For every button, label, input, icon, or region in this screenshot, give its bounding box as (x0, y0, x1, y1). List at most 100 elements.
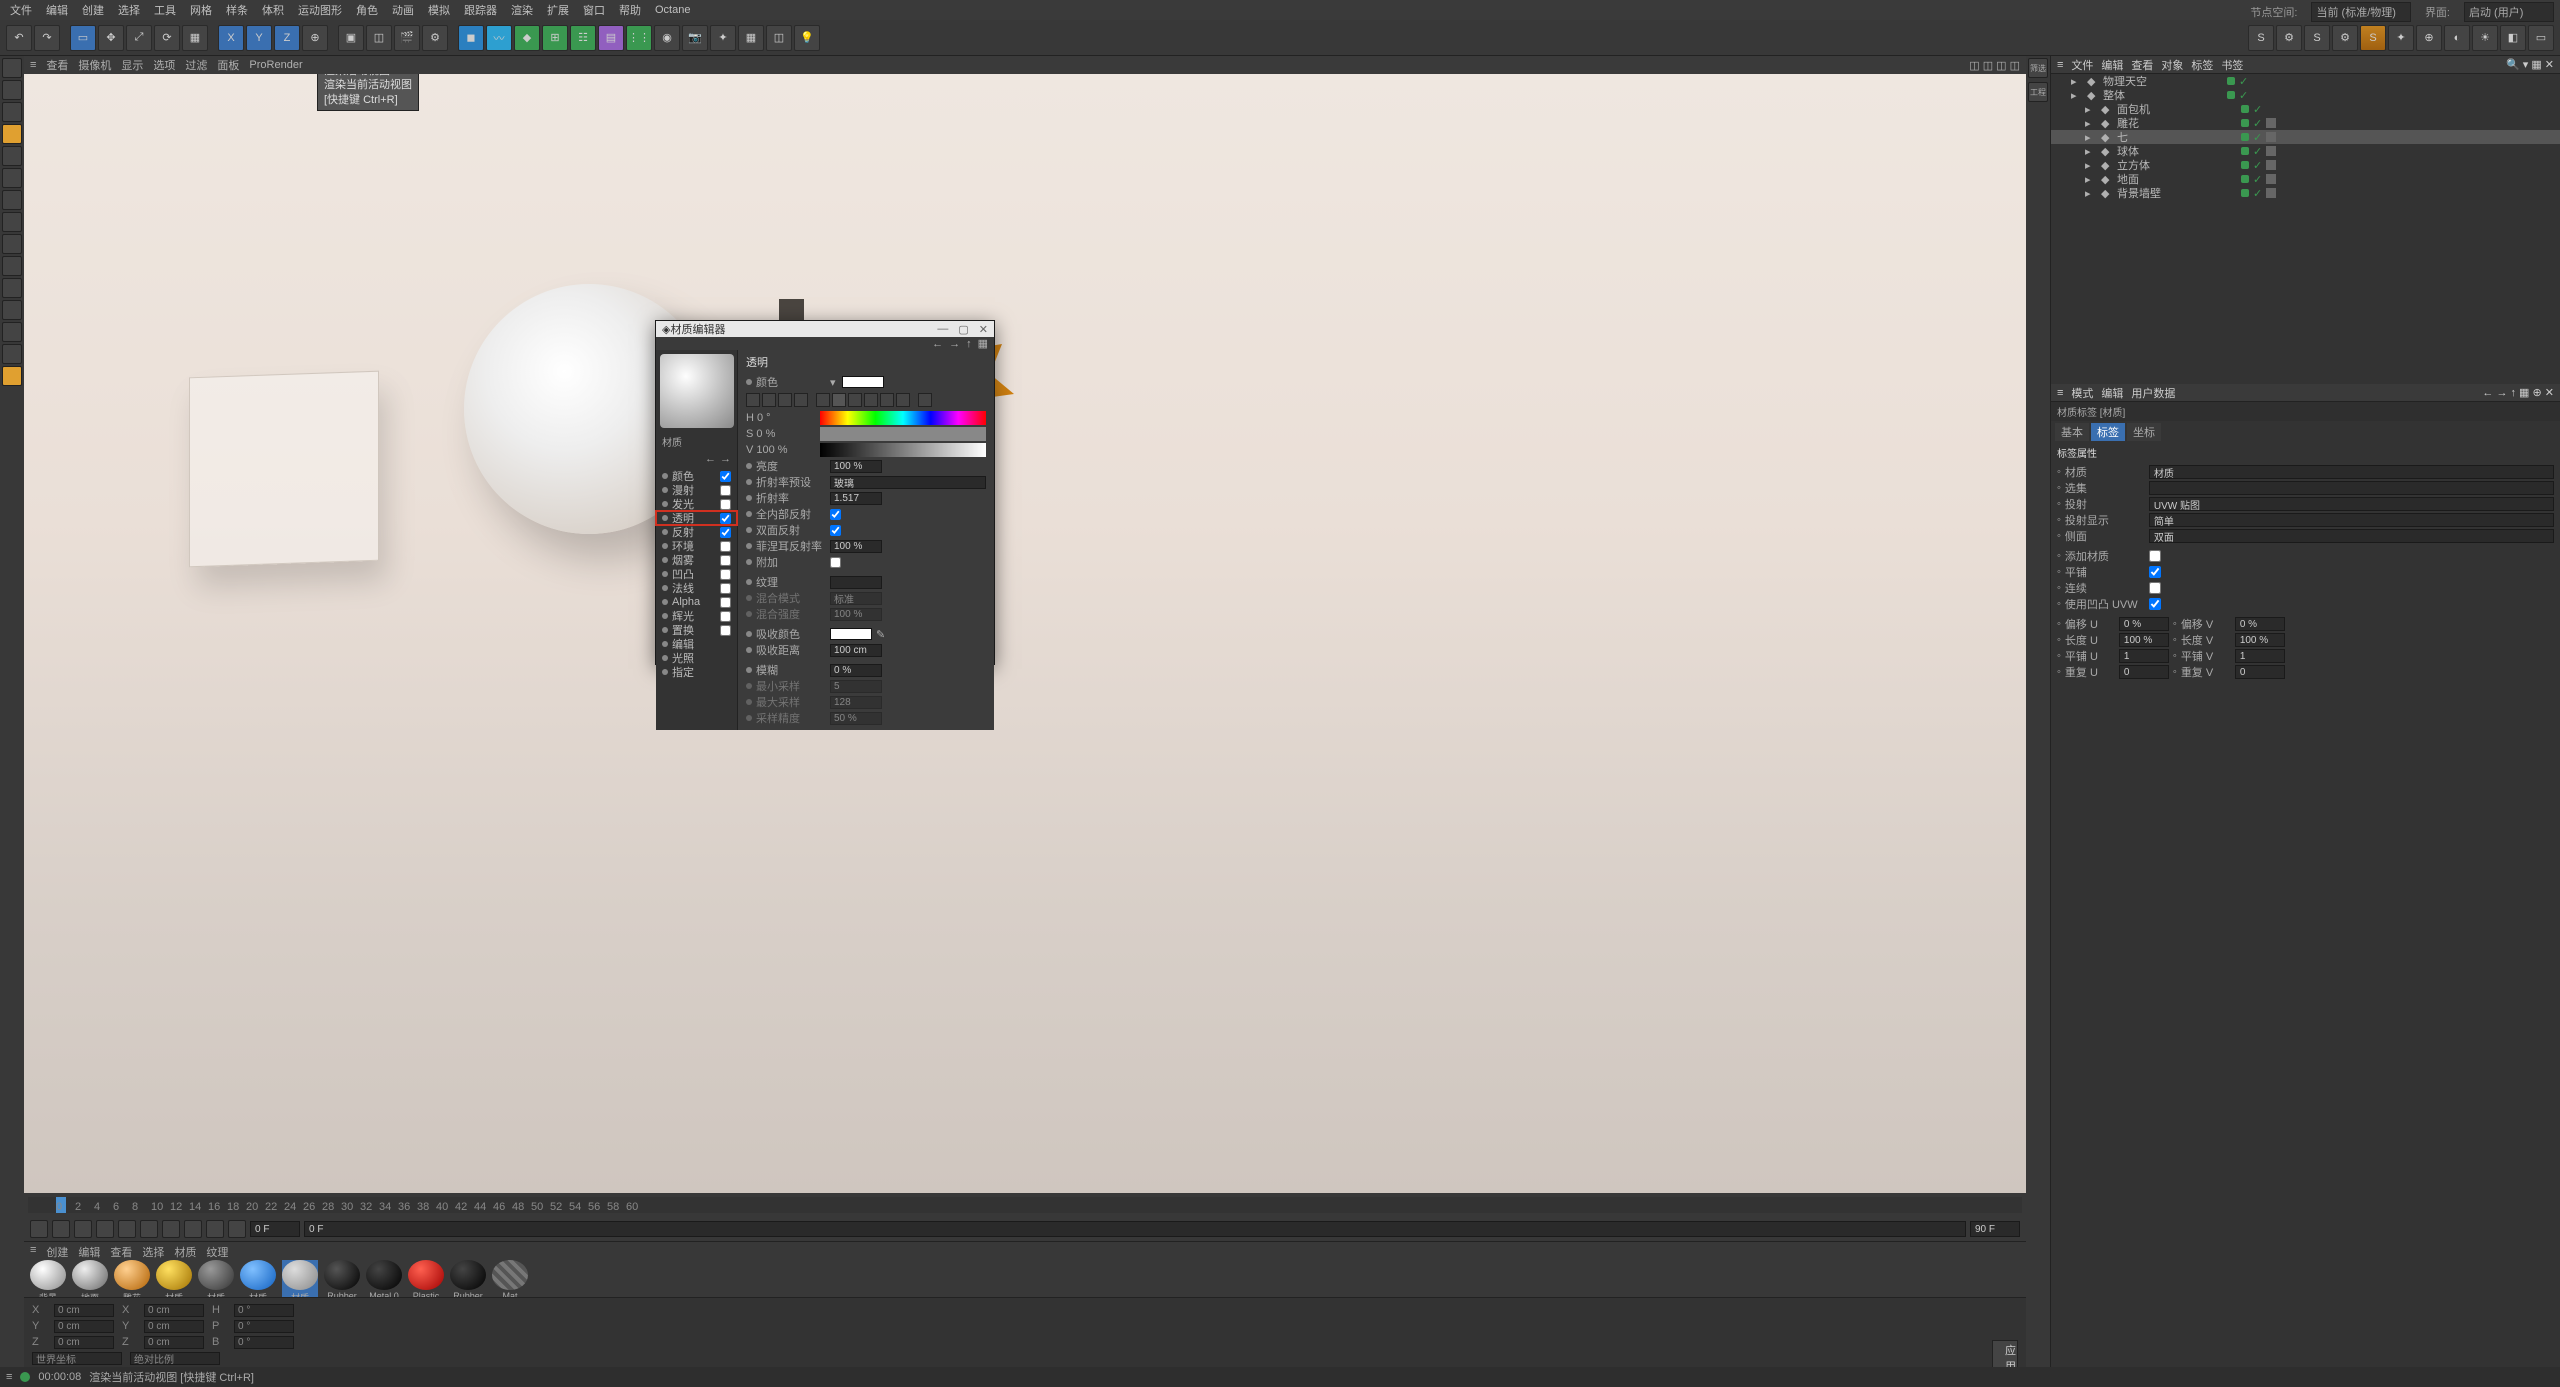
nav-back[interactable]: ← (932, 338, 943, 350)
color-icon[interactable] (746, 393, 760, 407)
channel-checkbox[interactable] (720, 555, 731, 566)
select-tool[interactable]: ▭ (70, 25, 96, 51)
goto-start[interactable] (30, 1220, 48, 1238)
sat-slider[interactable] (820, 427, 986, 441)
mograph[interactable]: ⋮⋮ (626, 25, 652, 51)
goto-end[interactable] (184, 1220, 202, 1238)
field[interactable]: ◉ (654, 25, 680, 51)
recent-tool[interactable]: ▦ (182, 25, 208, 51)
channel-row[interactable]: 法线 (656, 581, 737, 595)
color-icon[interactable] (848, 393, 862, 407)
prop-dropdown[interactable] (830, 476, 986, 489)
material-editor-titlebar[interactable]: ◈ 材质编辑器 — ▢ ✕ (656, 321, 994, 337)
prev-frame[interactable] (74, 1220, 92, 1238)
poly-mode[interactable] (2, 190, 22, 210)
prev-key[interactable] (52, 1220, 70, 1238)
render-view-button[interactable]: ▣ (338, 25, 364, 51)
spline-primitive[interactable]: 〰 (486, 25, 512, 51)
menu-item[interactable]: 动画 (386, 0, 420, 20)
layout-dropdown[interactable]: 启动 (用户) (2464, 2, 2554, 22)
deformer[interactable]: ▤ (598, 25, 624, 51)
channel-checkbox[interactable] (720, 583, 731, 594)
attr-menu[interactable]: 用户数据 (2131, 385, 2175, 401)
bulb-icon[interactable]: 💡 (794, 25, 820, 51)
render-settings-button[interactable]: ⚙ (422, 25, 448, 51)
close-button[interactable]: ✕ (979, 323, 988, 336)
prop-field[interactable] (830, 664, 882, 677)
prop-checkbox[interactable] (830, 557, 841, 568)
vp-menu-item[interactable]: 摄像机 (78, 57, 111, 73)
object-row[interactable]: ▸◆七✓ (2051, 130, 2560, 144)
scene-object[interactable]: ▦ (738, 25, 764, 51)
next-key[interactable] (162, 1220, 180, 1238)
attr-field[interactable] (2149, 497, 2554, 511)
octane-icon-5[interactable]: ◧ (2500, 25, 2526, 51)
attr-field[interactable] (2235, 649, 2285, 663)
vp-menu-item[interactable]: 过滤 (185, 57, 207, 73)
octane-icon-4[interactable]: ☀ (2472, 25, 2498, 51)
prop-checkbox[interactable] (830, 509, 841, 520)
frame-from[interactable] (250, 1221, 300, 1237)
object-row[interactable]: ▸◆球体✓ (2051, 144, 2560, 158)
size-y[interactable] (144, 1320, 204, 1333)
menu-item[interactable]: 文件 (4, 0, 38, 20)
channel-row[interactable]: 环境 (656, 539, 737, 553)
menu-item[interactable]: 模拟 (422, 0, 456, 20)
menu-item[interactable]: 窗口 (577, 0, 611, 20)
attr-menu[interactable]: 模式 (2071, 385, 2093, 401)
channel-row[interactable]: 漫射 (656, 483, 737, 497)
menu-item[interactable]: 角色 (350, 0, 384, 20)
channel-row[interactable]: 烟雾 (656, 553, 737, 567)
object-row[interactable]: ▸◆地面✓ (2051, 172, 2560, 186)
channel-row[interactable]: 置换 (656, 623, 737, 637)
eyedropper-icon[interactable] (918, 393, 932, 407)
attr-menu[interactable]: 编辑 (2101, 385, 2123, 401)
frame-cur[interactable] (304, 1221, 1966, 1237)
size-z[interactable] (144, 1336, 204, 1349)
channel-row[interactable]: 发光 (656, 497, 737, 511)
material-preview[interactable] (660, 354, 734, 428)
menu-item[interactable]: Octane (649, 2, 696, 18)
color-swatch[interactable] (842, 376, 884, 388)
obj-tab[interactable]: 对象 (2161, 57, 2183, 73)
nav-lock[interactable]: ▦ (978, 337, 988, 350)
matbar-tab[interactable]: 编辑 (78, 1244, 100, 1258)
color-icon[interactable] (778, 393, 792, 407)
color-icon[interactable] (880, 393, 894, 407)
coord-system[interactable]: ⊕ (302, 25, 328, 51)
channel-row[interactable]: 光照 (656, 651, 737, 665)
nav-up[interactable]: ↑ (966, 338, 972, 350)
play-back[interactable] (96, 1220, 114, 1238)
prop-field[interactable] (830, 608, 882, 621)
scale-tool[interactable]: ⤢ (126, 25, 152, 51)
octane-icon-6[interactable]: ▭ (2528, 25, 2554, 51)
channel-row[interactable]: 辉光 (656, 609, 737, 623)
channel-checkbox[interactable] (720, 611, 731, 622)
object-tree[interactable]: ▸◆物理天空✓▸◆整体✓▸◆面包机✓▸◆雕花✓▸◆七✓▸◆球体✓▸◆立方体✓▸◆… (2051, 74, 2560, 384)
vp-menu-item[interactable]: 显示 (121, 57, 143, 73)
channel-row[interactable]: 反射 (656, 525, 737, 539)
obj-tab[interactable]: 编辑 (2101, 57, 2123, 73)
octane-gear2-button[interactable]: ⚙ (2332, 25, 2358, 51)
object-row[interactable]: ▸◆雕花✓ (2051, 116, 2560, 130)
attr-field[interactable] (2119, 633, 2169, 647)
attr-checkbox[interactable] (2149, 550, 2161, 562)
camera[interactable]: 📷 (682, 25, 708, 51)
generator-nurbs[interactable]: ◆ (514, 25, 540, 51)
time-ruler[interactable]: 0246810121416182022242628303234363840424… (28, 1197, 2022, 1213)
attr-field[interactable] (2119, 665, 2169, 679)
attr-checkbox[interactable] (2149, 598, 2161, 610)
attr-tab-basic[interactable]: 基本 (2055, 423, 2089, 441)
prop-field[interactable] (830, 576, 882, 589)
prop-field[interactable] (830, 540, 882, 553)
generator-array[interactable]: ⊞ (542, 25, 568, 51)
obj-tab[interactable]: 文件 (2071, 57, 2093, 73)
matbar-tab[interactable]: 创建 (46, 1244, 68, 1258)
object-row[interactable]: ▸◆背景墙壁✓ (2051, 186, 2560, 200)
pos-z[interactable] (54, 1336, 114, 1349)
attr-field[interactable] (2235, 633, 2285, 647)
attr-field[interactable] (2149, 513, 2554, 527)
color-icon[interactable] (762, 393, 776, 407)
matbar-tab[interactable]: 选择 (142, 1244, 164, 1258)
texture-mode[interactable] (2, 102, 22, 122)
